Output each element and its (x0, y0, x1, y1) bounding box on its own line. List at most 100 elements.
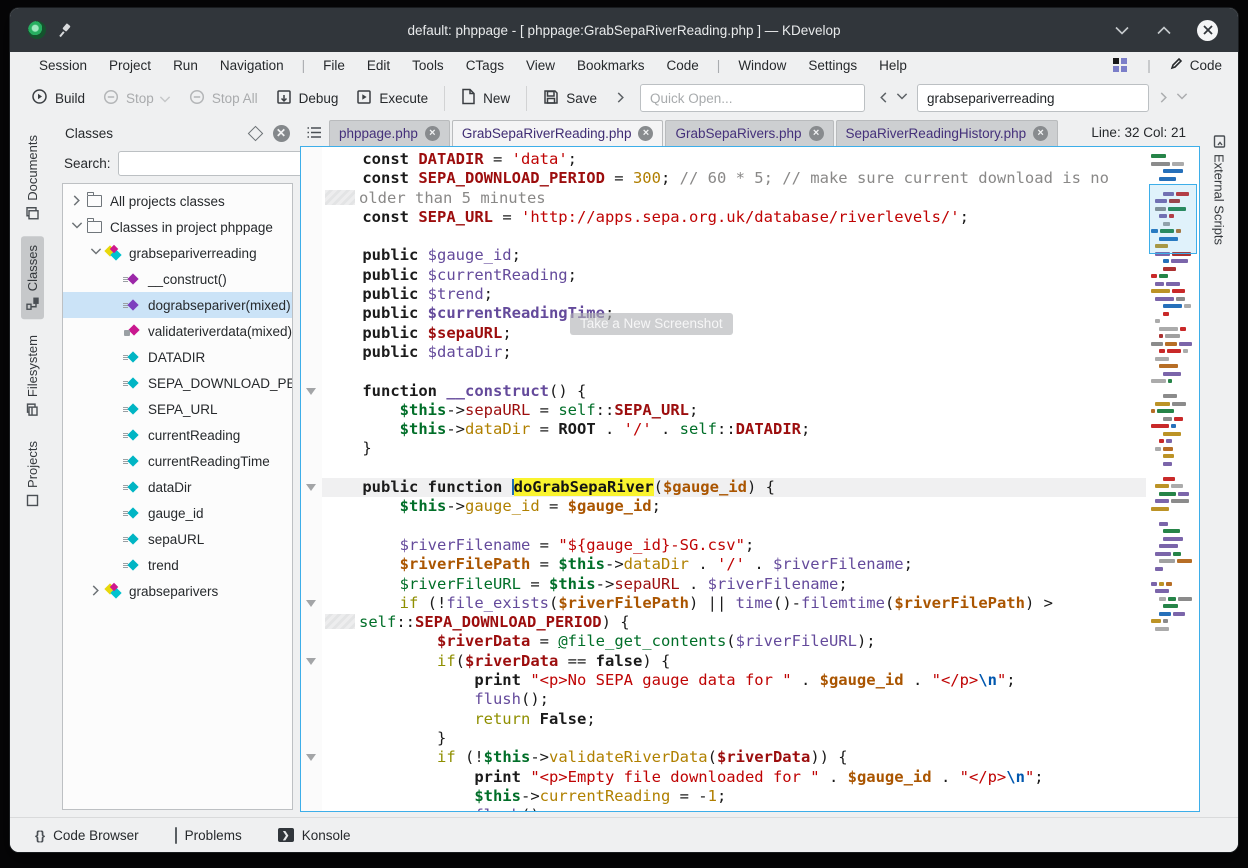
code-line[interactable]: flush(); (322, 806, 1146, 811)
tab-close-icon[interactable]: × (638, 126, 653, 141)
maximize-button[interactable] (1155, 21, 1173, 39)
menu-item-navigation[interactable]: Navigation (209, 58, 295, 73)
menu-item-help[interactable]: Help (868, 58, 918, 73)
minimap-scrollbar[interactable] (1149, 149, 1197, 809)
tree-item-currentreadingtime[interactable]: currentReadingTime (63, 448, 292, 474)
code-line[interactable]: print "<p>No SEPA gauge data for " . $ga… (322, 671, 1146, 690)
code-line[interactable]: public $currentReading; (322, 266, 1146, 285)
sidebar-tab-projects[interactable]: Projects (21, 432, 44, 516)
code-line[interactable]: public $currentReadingTime; (322, 304, 1146, 323)
editor-tab-grabseparivers-php[interactable]: GrabSepaRivers.php× (665, 120, 833, 146)
menu-item-view[interactable]: View (515, 58, 566, 73)
code-line[interactable]: if (!file_exists($riverFilePath) || time… (322, 594, 1146, 613)
menu-item-ctags[interactable]: CTags (455, 58, 515, 73)
sidebar-tab-external-scripts[interactable]: External Scripts (1208, 126, 1231, 254)
code-line[interactable]: const DATADIR = 'data'; (322, 150, 1146, 169)
code-line[interactable]: $riverFileURL = $this->sepaURL . $riverF… (322, 575, 1146, 594)
code-line[interactable]: const SEPA_DOWNLOAD_PERIOD = 300; // 60 … (322, 169, 1146, 188)
save-button[interactable]: Save (534, 83, 606, 113)
execute-button[interactable]: Execute (347, 83, 437, 113)
code-line[interactable]: $this->dataDir = ROOT . '/' . self::DATA… (322, 420, 1146, 439)
sidebar-tab-documents[interactable]: Documents (21, 126, 44, 229)
fold-marker-icon[interactable] (306, 484, 316, 491)
stop-all-button[interactable]: Stop All (180, 83, 267, 113)
build-button[interactable]: Build (22, 83, 94, 113)
close-button[interactable] (1197, 20, 1218, 41)
tree-item-datadir[interactable]: dataDir (63, 474, 292, 500)
toolbar-overflow-chevron-icon[interactable] (612, 86, 630, 110)
toolview-button-problems[interactable]: Problems (175, 828, 242, 843)
toolview-button-konsole[interactable]: ❯Konsole (278, 828, 351, 843)
editor-gutter[interactable] (301, 147, 322, 811)
menu-item-code[interactable]: Code (656, 58, 710, 73)
tree-item-sepaurl[interactable]: sepaURL (63, 526, 292, 552)
tree-item-gauge-id[interactable]: gauge_id (63, 500, 292, 526)
code-line[interactable]: } (322, 729, 1146, 748)
expander-expanded-icon[interactable] (71, 221, 83, 233)
menu-item-window[interactable]: Window (727, 58, 797, 73)
expander-collapsed-icon[interactable] (71, 195, 83, 207)
code-line[interactable]: public $trend; (322, 285, 1146, 304)
code-line[interactable]: } (322, 439, 1146, 458)
code-line[interactable]: public $dataDir; (322, 343, 1146, 362)
code-line[interactable] (322, 459, 1146, 478)
document-list-icon[interactable] (302, 120, 326, 144)
menu-item-session[interactable]: Session (28, 58, 98, 73)
code-line[interactable]: older than 5 minutes (322, 189, 1146, 208)
new-button[interactable]: New (452, 83, 519, 113)
tree-item-grabsepariverreading[interactable]: grabsepariverreading (63, 240, 292, 266)
editor-tab-separiverreadinghistory-php[interactable]: SepaRiverReadingHistory.php× (836, 120, 1059, 146)
code-line[interactable]: const SEPA_URL = 'http://apps.sepa.org.u… (322, 208, 1146, 227)
menu-item-run[interactable]: Run (162, 58, 209, 73)
search-next-chevron-icon[interactable] (1155, 86, 1173, 110)
fold-marker-icon[interactable] (306, 388, 316, 395)
tree-item-currentreading[interactable]: currentReading (63, 422, 292, 448)
history-back-chevron-icon[interactable] (875, 86, 893, 110)
code-line[interactable]: $riverFilename = "${gauge_id}-SG.csv"; (322, 536, 1146, 555)
code-area-button[interactable]: Code (1170, 57, 1222, 73)
fold-marker-icon[interactable] (306, 600, 316, 607)
sidebar-tab-filesystem[interactable]: Filesystem (21, 326, 44, 425)
close-panel-icon[interactable]: ✕ (272, 124, 290, 142)
code-line[interactable]: print "<p>Empty file downloaded for " . … (322, 768, 1146, 787)
menu-item-settings[interactable]: Settings (797, 58, 868, 73)
expander-collapsed-icon[interactable] (90, 585, 102, 597)
code-line[interactable]: $riverFilePath = $this->dataDir . '/' . … (322, 555, 1146, 574)
code-line[interactable]: if (!$this->validateRiverData($riverData… (322, 748, 1146, 767)
code-line[interactable]: $this->gauge_id = $gauge_id; (322, 497, 1146, 516)
editor-tab-grabsepariverreading-php[interactable]: GrabSepaRiverReading.php× (452, 120, 664, 146)
code-editor[interactable]: const DATADIR = 'data'; const SEPA_DOWNL… (300, 146, 1200, 812)
menu-item-edit[interactable]: Edit (356, 58, 401, 73)
code-line[interactable]: $this->currentReading = -1; (322, 787, 1146, 806)
editor-tab-phppage-php[interactable]: phppage.php× (329, 120, 450, 146)
tree-item-trend[interactable]: trend (63, 552, 292, 578)
code-line[interactable]: public $gauge_id; (322, 246, 1146, 265)
search-dropdown-chevron-icon[interactable] (1173, 86, 1191, 110)
code-line[interactable]: $riverData = @file_get_contents($riverFi… (322, 632, 1146, 651)
code-line[interactable]: $this->sepaURL = self::SEPA_URL; (322, 401, 1146, 420)
sidebar-tab-classes[interactable]: Classes (21, 236, 44, 319)
minimize-button[interactable] (1113, 21, 1131, 39)
code-line[interactable] (322, 362, 1146, 381)
tree-item-grabseparivers[interactable]: grabseparivers (63, 578, 292, 604)
tab-close-icon[interactable]: × (809, 126, 824, 141)
area-switcher-icon[interactable] (1113, 58, 1128, 73)
code-line[interactable]: self::SEPA_DOWNLOAD_PERIOD) { (322, 613, 1146, 632)
menu-item-bookmarks[interactable]: Bookmarks (566, 58, 656, 73)
tab-close-icon[interactable]: × (1033, 126, 1048, 141)
titlebar[interactable]: default: phppage - [ phppage:GrabSepaRiv… (10, 8, 1238, 52)
code-line[interactable]: public function doGrabSepaRiver($gauge_i… (322, 478, 1146, 497)
history-dropdown-chevron-icon[interactable] (893, 86, 911, 110)
quick-open-input[interactable] (640, 84, 865, 112)
toolbar-search-input[interactable] (917, 84, 1149, 112)
tree-item-sepa-download-period[interactable]: SEPA_DOWNLOAD_PERIOD (63, 370, 292, 396)
tree-item-sepa-url[interactable]: SEPA_URL (63, 396, 292, 422)
fold-marker-icon[interactable] (306, 754, 316, 761)
code-area[interactable]: const DATADIR = 'data'; const SEPA_DOWNL… (322, 147, 1146, 811)
code-line[interactable]: public $sepaURL; (322, 324, 1146, 343)
tree-item-classes-in-project-phppage[interactable]: Classes in project phppage (63, 214, 292, 240)
code-line[interactable]: flush(); (322, 690, 1146, 709)
stop-button[interactable]: Stop (94, 83, 180, 113)
detach-panel-icon[interactable] (246, 124, 264, 142)
tree-item-datadir[interactable]: DATADIR (63, 344, 292, 370)
